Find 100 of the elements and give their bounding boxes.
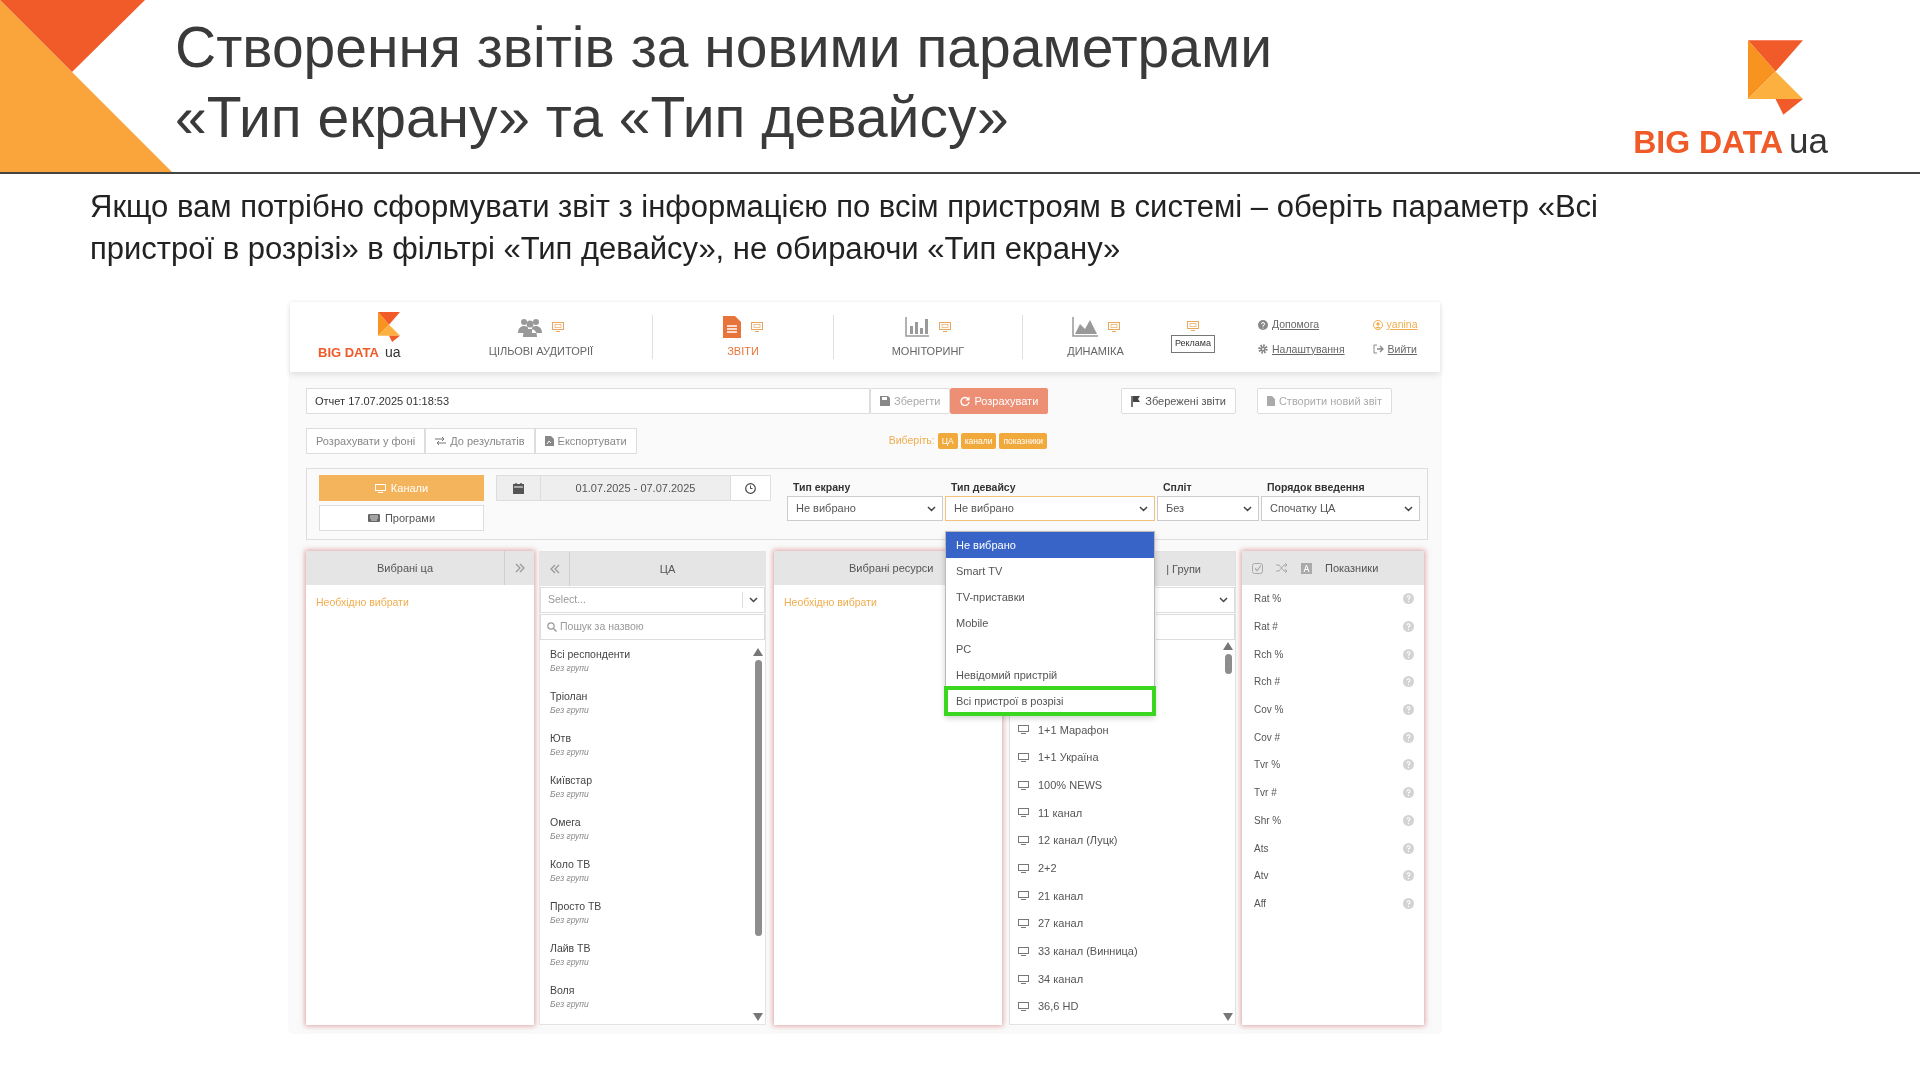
list-item[interactable]: Всі респонденти Без групи — [540, 646, 751, 688]
scrollbar-thumb[interactable] — [1224, 654, 1232, 674]
export-button[interactable]: Експортувати — [534, 428, 637, 454]
check-square-icon — [1252, 562, 1263, 574]
metric-item[interactable]: Rat % — [1254, 591, 1282, 607]
select-field[interactable]: Без — [1157, 496, 1259, 521]
nav-tab[interactable]: ДИНАМІКА — [1067, 343, 1124, 360]
dropdown-option[interactable]: Не вибрано — [946, 532, 1154, 558]
nav-tab[interactable]: МОНІТОРИНГ — [891, 343, 965, 360]
channel-item[interactable]: 1+1 Марафон — [1010, 716, 1221, 744]
list-item[interactable]: Тріолан Без групи — [540, 688, 751, 730]
date-range-field[interactable]: 01.07.2025 - 07.07.2025 — [541, 475, 731, 501]
dropdown-option[interactable]: Smart TV — [946, 558, 1154, 584]
brand-name: BIG DATA — [318, 343, 379, 362]
brand-suffix: ua — [1789, 120, 1828, 162]
list-item[interactable]: Лайв ТВ Без групи — [540, 940, 751, 982]
monitor-icon — [1018, 891, 1029, 901]
metric-item[interactable]: Aff — [1254, 895, 1267, 911]
shuffle-icon — [1276, 563, 1288, 573]
metric-item[interactable]: Rch % — [1254, 646, 1284, 662]
list-item[interactable]: Коло ТВ Без групи — [540, 856, 751, 898]
file-icon — [1266, 396, 1275, 406]
logout-link[interactable]: Вийти — [1372, 341, 1418, 358]
list-item[interactable]: Ютв Без групи — [540, 730, 751, 772]
help-link[interactable]: Допомога — [1258, 316, 1345, 333]
dropdown-option[interactable]: Невідомий пристрій — [946, 662, 1154, 688]
select-field[interactable]: Не вибрано — [945, 496, 1155, 521]
question-mark-icon — [1403, 704, 1414, 716]
keyboard-icon — [367, 514, 380, 522]
logo-mark-icon — [378, 311, 400, 342]
question-mark-icon — [1403, 842, 1414, 854]
clock-icon — [745, 482, 756, 494]
channel-item[interactable]: 2+2 — [1010, 854, 1221, 883]
select-field[interactable]: Не вибрано — [787, 496, 943, 521]
monitor-icon — [1018, 808, 1029, 818]
refresh-icon — [960, 396, 971, 406]
slide-title: «Тип екрану» та «Тип девайсу» — [175, 84, 1010, 151]
question-mark-icon — [1403, 676, 1414, 688]
swap-arrows-icon — [435, 436, 447, 446]
search-field[interactable] — [1156, 614, 1235, 640]
metric-item[interactable]: Atv — [1254, 868, 1269, 884]
letter-square-icon — [1301, 562, 1312, 574]
channel-item[interactable]: 100% NEWS — [1010, 771, 1221, 800]
results-button[interactable]: До результатів — [425, 428, 535, 454]
report-name-field[interactable]: Отчет 17.07.2025 01:18:53 — [306, 388, 870, 414]
scrollbar-thumb[interactable] — [754, 660, 762, 936]
dropdown-option[interactable]: Всі пристрої в розрізі — [946, 688, 1154, 714]
list-item[interactable]: Омега Без групи — [540, 814, 751, 856]
chevron-down-icon — [1139, 505, 1148, 512]
dropdown-option[interactable]: Mobile — [946, 610, 1154, 636]
select-field[interactable]: Спочатку ЦА — [1261, 496, 1420, 521]
monitor-icon — [1018, 919, 1029, 929]
metric-item[interactable]: Tvr # — [1254, 785, 1277, 801]
channel-item[interactable]: 12 канал (Луцк) — [1010, 826, 1221, 855]
metric-item[interactable]: Rat # — [1254, 619, 1278, 635]
clock-button[interactable] — [731, 475, 771, 501]
settings-link[interactable]: Налаштування — [1258, 341, 1345, 358]
question-mark-icon — [1403, 897, 1414, 909]
filter-label: Тип девайсу — [950, 480, 1017, 495]
metric-item[interactable]: Rch # — [1254, 674, 1281, 690]
metric-item[interactable]: Cov # — [1254, 729, 1281, 745]
list-item[interactable]: Просто ТВ Без групи — [540, 898, 751, 940]
dropdown-option[interactable]: TV-приставки — [946, 584, 1154, 610]
metric-item[interactable]: Tvr % — [1254, 757, 1281, 773]
calendar-button[interactable] — [496, 475, 541, 501]
channel-item[interactable]: 1+1 Україна — [1010, 743, 1221, 772]
nav-tab[interactable]: ЦІЛЬОВІ АУДИТОРІЇ — [488, 343, 594, 360]
panel-title: Вибрані ресурси — [849, 560, 934, 576]
tv-icon — [552, 322, 564, 333]
list-item[interactable]: Київстар Без групи — [540, 772, 751, 814]
channel-item[interactable]: 36,6 HD — [1010, 992, 1221, 1021]
channel-item[interactable]: 34 канал — [1010, 965, 1221, 993]
flag-icon — [1131, 395, 1142, 407]
monitor-icon — [1018, 836, 1029, 846]
channel-item[interactable]: 33 канал (Винница) — [1010, 937, 1221, 966]
export-icon — [544, 436, 554, 446]
metric-item[interactable]: Shr % — [1254, 812, 1282, 828]
mode-tab[interactable]: Програми — [319, 505, 484, 531]
question-mark-icon — [1403, 759, 1414, 771]
question-mark-icon — [1403, 870, 1414, 882]
metric-item[interactable]: Cov % — [1254, 702, 1284, 718]
filter-label: Тип екрану — [792, 480, 852, 495]
calendar-icon — [513, 482, 524, 494]
channel-item[interactable]: 27 канал — [1010, 909, 1221, 938]
question-mark-icon — [1403, 593, 1414, 605]
channel-item[interactable]: 11 канал — [1010, 799, 1221, 827]
list-item[interactable]: Воля Без групи — [540, 982, 751, 1024]
dropdown-option[interactable]: PC — [946, 636, 1154, 662]
monitor-icon — [1018, 863, 1029, 873]
select-field[interactable] — [1156, 587, 1235, 613]
background-button[interactable]: Розрахувати у фоні — [306, 428, 426, 454]
people-icon — [518, 317, 542, 338]
question-mark-icon — [1403, 731, 1414, 743]
tv-icon — [751, 322, 763, 333]
channel-item[interactable]: 21 канал — [1010, 882, 1221, 910]
help-icon — [1258, 319, 1268, 330]
tv-icon — [1187, 321, 1199, 332]
metric-item[interactable]: Ats — [1254, 840, 1269, 856]
ad-toggle[interactable]: Реклама — [1170, 335, 1216, 353]
saved-button[interactable]: Збережені звіти — [1121, 388, 1236, 414]
